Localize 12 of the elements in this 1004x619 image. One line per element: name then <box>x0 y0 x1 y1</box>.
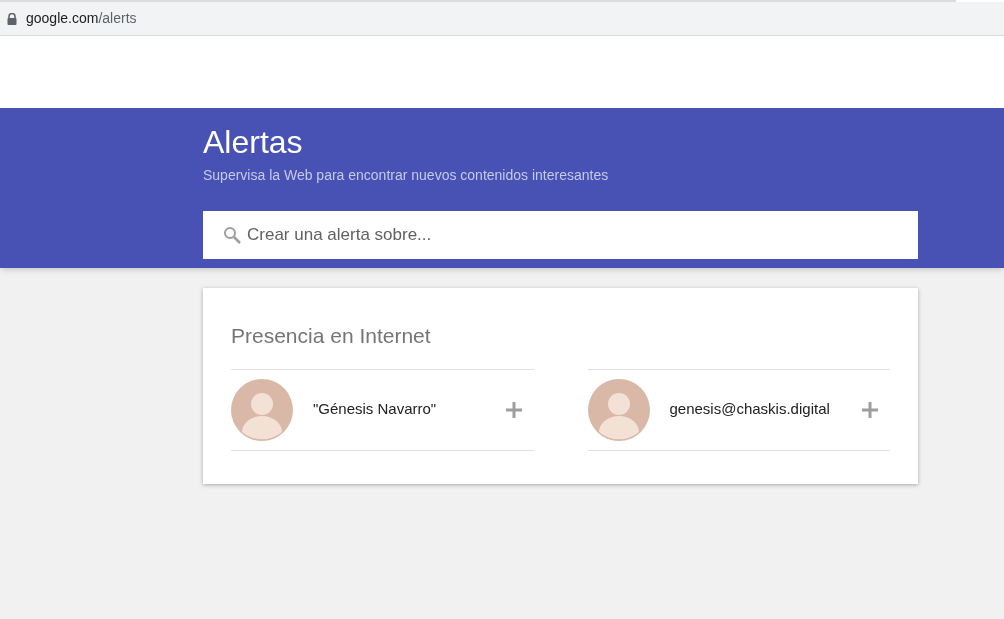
section-title: Presencia en Internet <box>231 323 431 349</box>
page-title: Alertas <box>203 123 303 162</box>
url-text[interactable]: google.com/alerts <box>26 8 137 29</box>
avatar-icon <box>587 378 650 441</box>
add-button[interactable] <box>503 399 524 420</box>
suggestion-label: genesis@chaskis.digital <box>669 399 831 420</box>
lock-icon <box>7 12 17 25</box>
suggestion-label: "Génesis Navarro" <box>313 399 438 420</box>
search-field[interactable]: Crear una alerta sobre... <box>203 211 918 259</box>
add-button[interactable] <box>860 399 880 420</box>
avatar-icon <box>231 378 293 441</box>
page-subtitle: Supervisa la Web para encontrar nuevos contenidos interesantes <box>203 166 609 185</box>
